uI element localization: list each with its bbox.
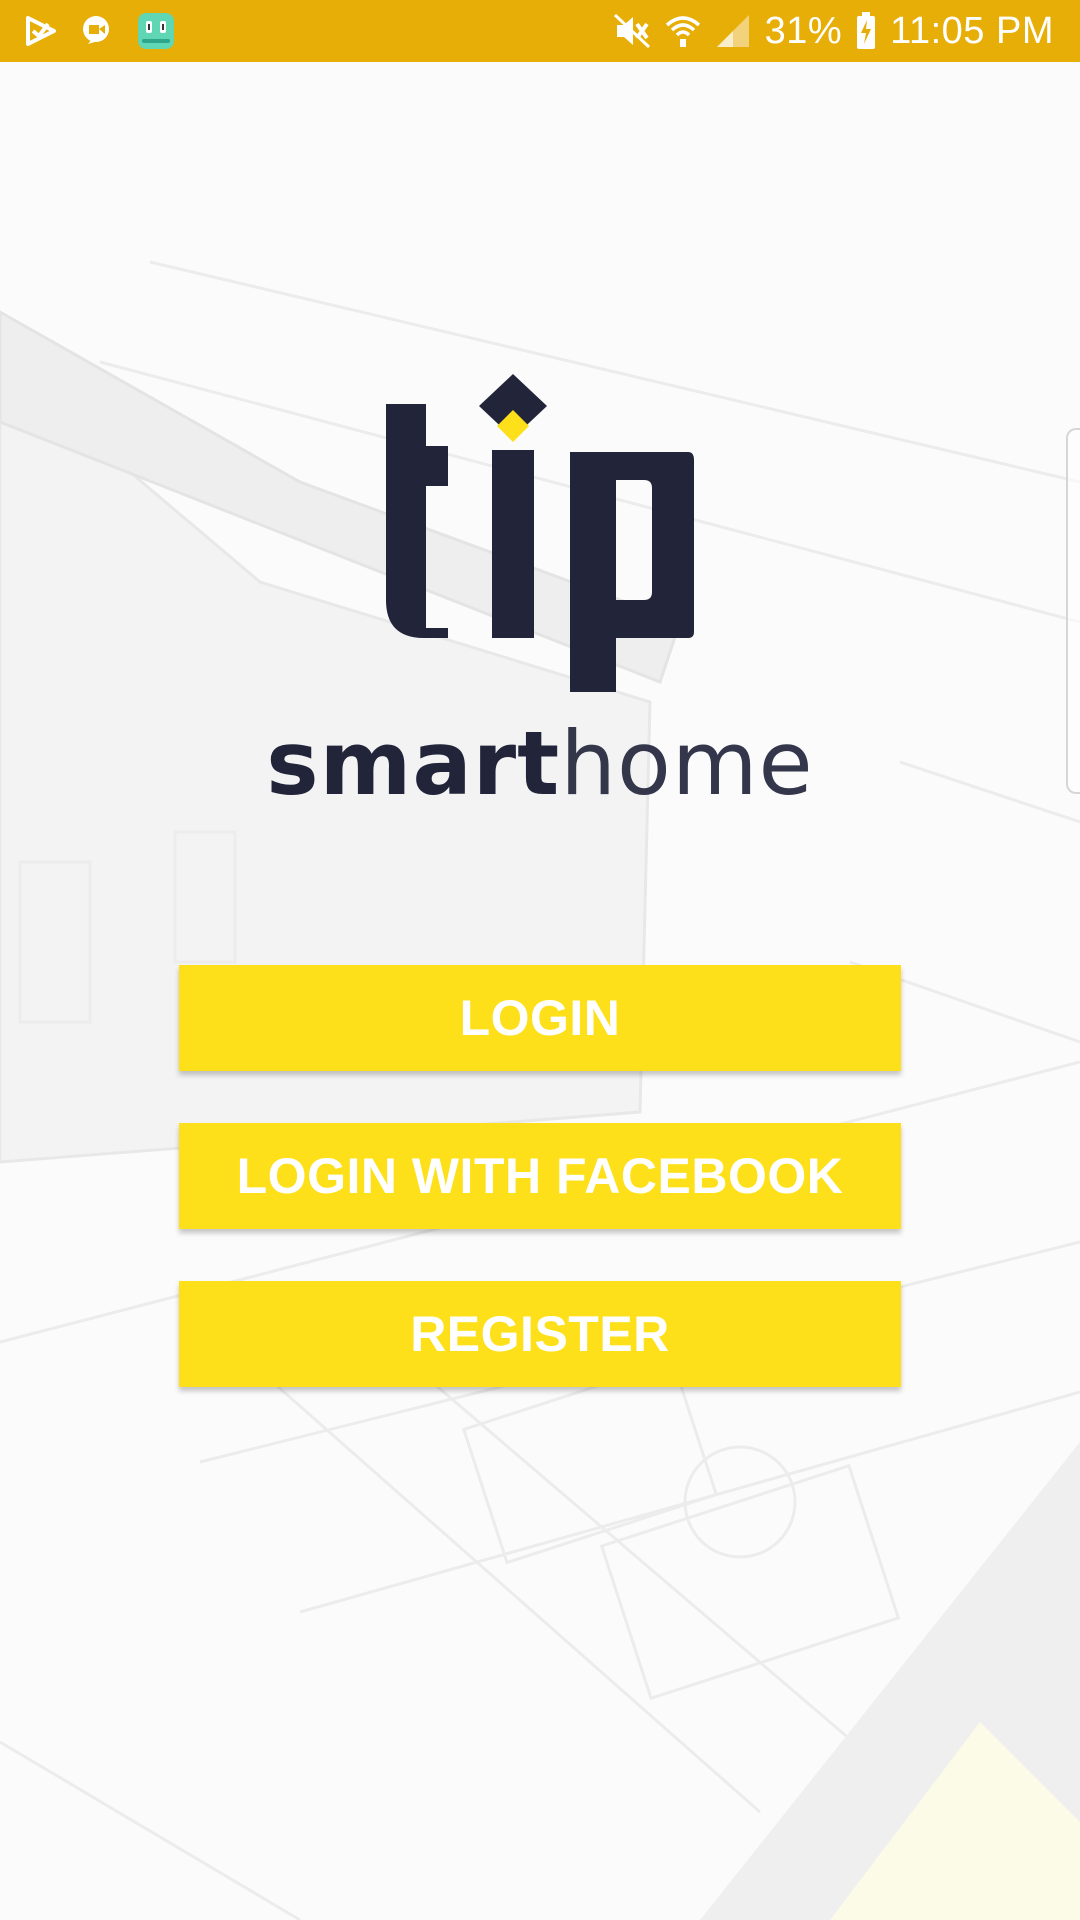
battery-charging-icon [856,12,876,50]
login-with-facebook-button[interactable]: LOGIN WITH FACEBOOK [179,1123,901,1229]
logo-letter-t [386,404,448,638]
battery-percent: 31% [764,9,843,52]
login-button[interactable]: LOGIN [179,965,901,1071]
brand-tagline: smarthome [0,712,1080,815]
play-store-icon [24,14,58,48]
brand-light-text: home [560,712,814,815]
status-bar: 31% 11:05 PM [0,0,1080,62]
edge-panel-handle[interactable] [1066,428,1080,794]
logo-letter-i [492,450,534,638]
brand-bold-text: smart [266,712,561,815]
android-robot-icon [136,11,176,51]
wifi-icon [665,13,701,49]
duo-video-icon [80,14,114,48]
logo-letter-p [570,452,694,692]
system-icons: 31% 11:05 PM [613,10,1080,53]
mute-icon [613,13,651,49]
login-screen: 31% 11:05 PM smarthome LOGIN LOGIN WITH … [0,0,1080,1920]
signal-icon [715,13,751,49]
register-button[interactable]: REGISTER [179,1281,901,1387]
notification-icons [0,11,176,51]
clock: 11:05 PM [890,9,1054,52]
